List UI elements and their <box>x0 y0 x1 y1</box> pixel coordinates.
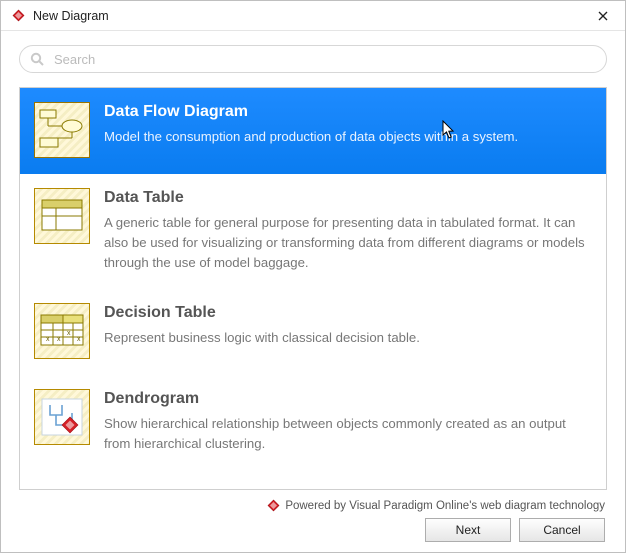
diagram-title: Data Flow Diagram <box>104 102 592 121</box>
powered-by-text: Powered by Visual Paradigm Online's web … <box>285 500 605 512</box>
svg-text:x: x <box>57 336 61 343</box>
diagram-item-text: Dendrogram Show hierarchical relationshi… <box>104 389 592 454</box>
diagram-description: A generic table for general purpose for … <box>104 213 592 272</box>
diagram-item-text: Decision Table Represent business logic … <box>104 303 592 359</box>
svg-text:x: x <box>77 336 81 343</box>
diagram-item-text: Data Flow Diagram Model the consumption … <box>104 102 592 158</box>
diagram-item-dendrogram[interactable]: Dendrogram Show hierarchical relationshi… <box>20 375 606 470</box>
diagram-item-text: Data Table A generic table for general p… <box>104 188 592 273</box>
close-button[interactable] <box>589 5 617 27</box>
dialog-footer: Powered by Visual Paradigm Online's web … <box>19 490 607 552</box>
diagram-thumbnail <box>34 188 90 244</box>
diagram-title: Decision Table <box>104 303 592 322</box>
svg-text:x: x <box>46 336 50 343</box>
search-input[interactable] <box>19 45 607 73</box>
diagram-item-data-table[interactable]: Data Table A generic table for general p… <box>20 174 606 289</box>
diagram-title: Dendrogram <box>104 389 592 408</box>
diagram-item-decision-table[interactable]: x x x x Decision Table Represent busines… <box>20 289 606 375</box>
diagram-description: Model the consumption and production of … <box>104 127 592 147</box>
svg-text:x: x <box>67 330 71 337</box>
diagram-list[interactable]: Data Flow Diagram Model the consumption … <box>20 88 606 489</box>
diagram-thumbnail <box>34 102 90 158</box>
diagram-description: Show hierarchical relationship between o… <box>104 414 592 454</box>
search-field-wrap <box>19 45 607 73</box>
diagram-list-frame: Data Flow Diagram Model the consumption … <box>19 87 607 490</box>
dialog-content: Data Flow Diagram Model the consumption … <box>1 31 625 552</box>
powered-by-label: Powered by Visual Paradigm Online's web … <box>21 496 605 518</box>
next-button[interactable]: Next <box>425 518 511 542</box>
diagram-description: Represent business logic with classical … <box>104 328 592 348</box>
diagram-thumbnail: x x x x <box>34 303 90 359</box>
diagram-item-data-flow-diagram[interactable]: Data Flow Diagram Model the consumption … <box>20 88 606 174</box>
diagram-title: Data Table <box>104 188 592 207</box>
app-icon <box>11 9 25 23</box>
cancel-button[interactable]: Cancel <box>519 518 605 542</box>
window-title: New Diagram <box>33 9 109 23</box>
search-icon <box>30 52 44 66</box>
diagram-thumbnail <box>34 389 90 445</box>
titlebar: New Diagram <box>1 1 625 31</box>
vp-logo-icon <box>267 499 280 512</box>
